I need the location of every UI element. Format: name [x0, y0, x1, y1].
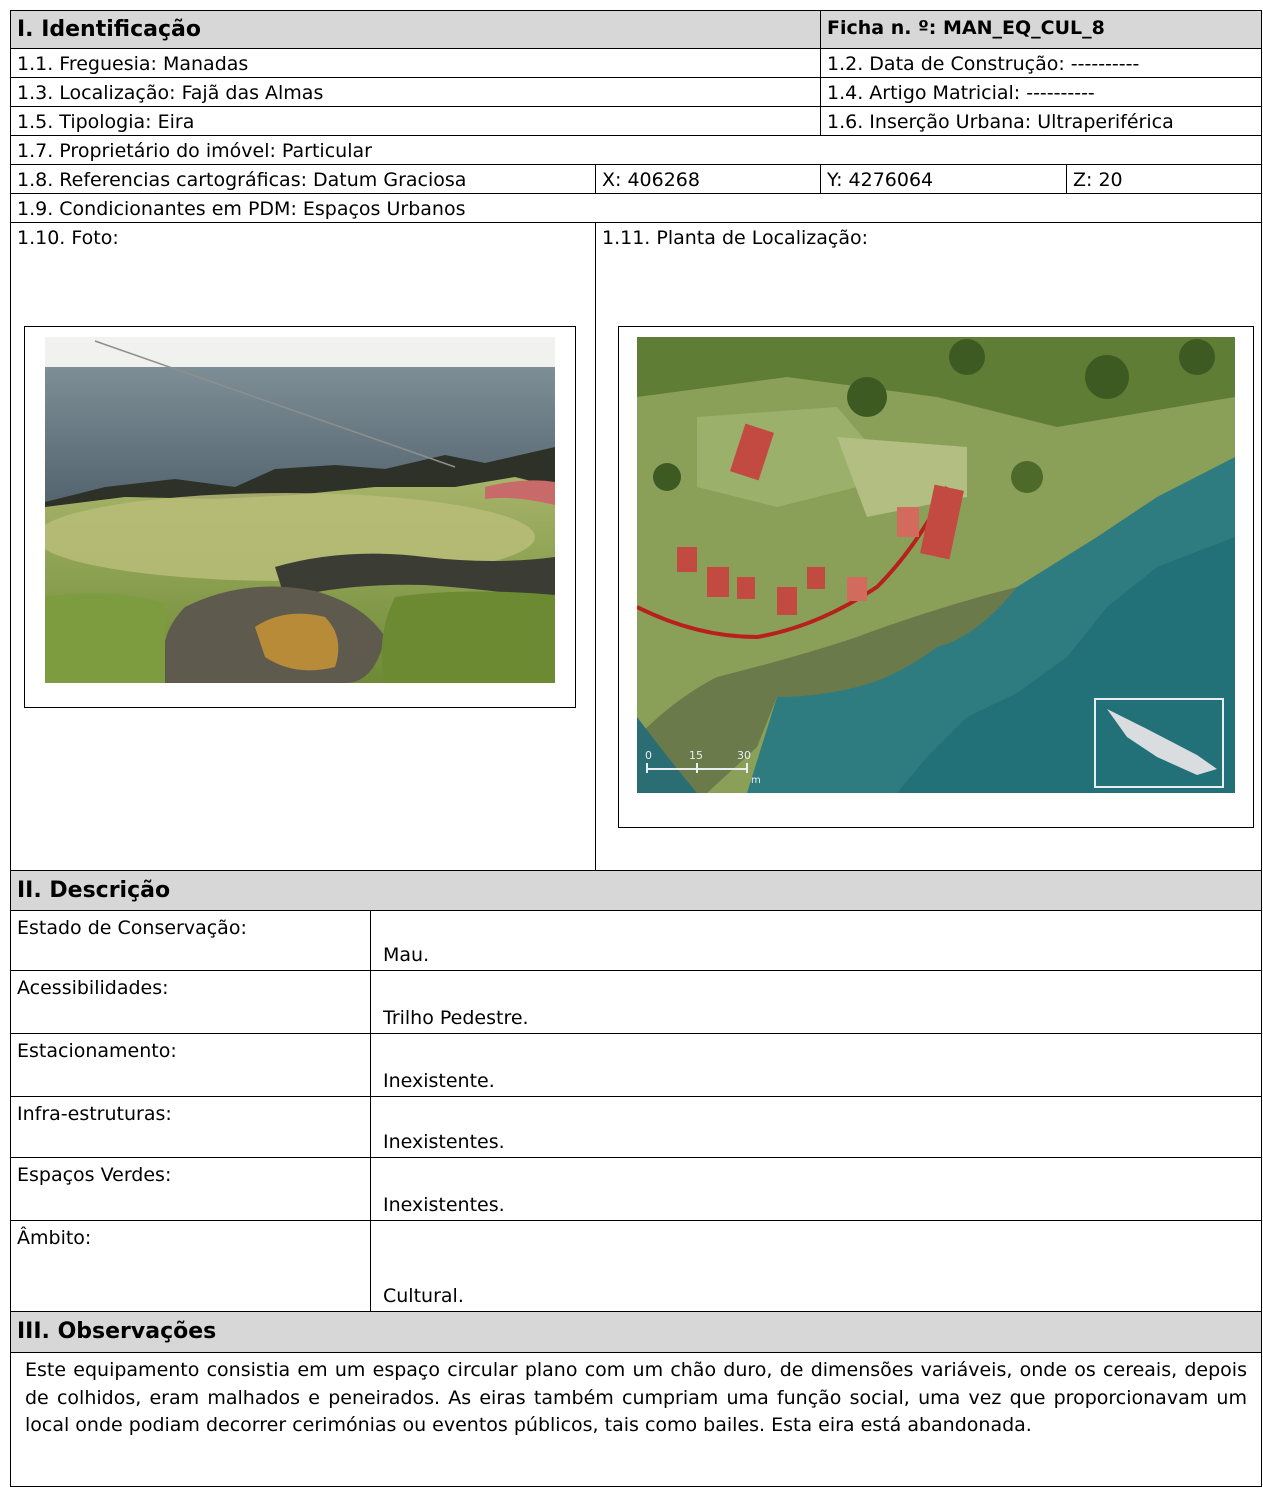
scale-unit: m: [751, 775, 761, 786]
row-1-8: 1.8. Referencias cartográficas: Datum Gr…: [10, 164, 1262, 193]
freguesia: 1.1. Freguesia: Manadas: [17, 53, 249, 75]
condicionantes-pdm: 1.9. Condicionantes em PDM: Espaços Urba…: [17, 198, 466, 220]
section2-title: II. Descrição: [11, 871, 1261, 910]
desc-value-text: Inexistentes.: [383, 1194, 505, 1216]
desc-row: Âmbito: Cultural.: [10, 1220, 1262, 1311]
desc-value-text: Trilho Pedestre.: [383, 1007, 529, 1029]
coord-y: Y: 4276064: [820, 165, 1066, 193]
desc-label: Estacionamento:: [17, 1040, 177, 1062]
desc-row: Acessibilidades: Trilho Pedestre.: [10, 970, 1262, 1033]
data-construcao: 1.2. Data de Construção: ----------: [820, 49, 1261, 77]
localizacao: 1.3. Localização: Fajã das Almas: [17, 82, 324, 104]
desc-value: Inexistentes.: [370, 1158, 1261, 1220]
desc-value: Inexistente.: [370, 1034, 1261, 1096]
section1-header-row: I. Identificação Ficha n. º: MAN_EQ_CUL_…: [10, 10, 1262, 48]
desc-value: Cultural.: [370, 1221, 1261, 1311]
insercao-urbana: 1.6. Inserção Urbana: Ultraperiférica: [820, 107, 1261, 135]
photo-image: [45, 337, 555, 683]
desc-value: Trilho Pedestre.: [370, 971, 1261, 1033]
record-sheet: I. Identificação Ficha n. º: MAN_EQ_CUL_…: [0, 0, 1263, 1488]
ficha-number: Ficha n. º: MAN_EQ_CUL_8: [820, 11, 1261, 48]
desc-label: Estado de Conservação:: [17, 917, 247, 939]
desc-label: Espaços Verdes:: [17, 1164, 172, 1186]
desc-row: Infra-estruturas: Inexistentes.: [10, 1096, 1262, 1157]
section3-title: III. Observações: [11, 1312, 1261, 1352]
row-1-5: 1.5. Tipologia: Eira 1.6. Inserção Urban…: [10, 106, 1262, 135]
desc-value: Mau.: [370, 911, 1261, 970]
referencias-cartograficas: 1.8. Referencias cartográficas: Datum Gr…: [17, 169, 467, 191]
row-1-3: 1.3. Localização: Fajã das Almas 1.4. Ar…: [10, 77, 1262, 106]
row-1-1: 1.1. Freguesia: Manadas 1.2. Data de Con…: [10, 48, 1262, 77]
row-1-7: 1.7. Proprietário do imóvel: Particular: [10, 135, 1262, 164]
scale-label-30: 30: [737, 749, 751, 762]
desc-value-text: Mau.: [383, 944, 430, 966]
desc-value-text: Inexistentes.: [383, 1131, 505, 1153]
desc-row: Estacionamento: Inexistente.: [10, 1033, 1262, 1096]
desc-label: Acessibilidades:: [17, 977, 169, 999]
desc-label: Infra-estruturas:: [17, 1103, 172, 1125]
desc-row: Espaços Verdes: Inexistentes.: [10, 1157, 1262, 1220]
planta-label: 1.11. Planta de Localização:: [602, 227, 868, 249]
scale-label-0: 0: [645, 749, 652, 762]
foto-frame: [24, 326, 576, 708]
desc-row: Estado de Conservação: Mau.: [10, 910, 1262, 970]
planta-frame: 0 15 30 m: [618, 326, 1254, 828]
proprietario: 1.7. Proprietário do imóvel: Particular: [17, 140, 372, 162]
coord-z: Z: 20: [1066, 165, 1261, 193]
desc-value: Inexistentes.: [370, 1097, 1261, 1157]
aerial-map-image: 0 15 30 m: [637, 337, 1235, 793]
section3-header-row: III. Observações: [10, 1311, 1262, 1352]
section1-title: I. Identificação: [11, 11, 820, 48]
foto-label: 1.10. Foto:: [17, 227, 119, 249]
desc-value-text: Inexistente.: [383, 1070, 495, 1092]
observacoes-text: Este equipamento consistia em um espaço …: [10, 1352, 1262, 1487]
tipologia: 1.5. Tipologia: Eira: [17, 111, 195, 133]
row-1-9: 1.9. Condicionantes em PDM: Espaços Urba…: [10, 193, 1262, 222]
section2-header-row: II. Descrição: [10, 870, 1262, 910]
scale-label-15: 15: [689, 749, 703, 762]
artigo-matricial: 1.4. Artigo Matricial: ----------: [820, 78, 1261, 106]
desc-label: Âmbito:: [17, 1227, 92, 1249]
desc-value-text: Cultural.: [383, 1285, 464, 1307]
coord-x: X: 406268: [595, 165, 820, 193]
